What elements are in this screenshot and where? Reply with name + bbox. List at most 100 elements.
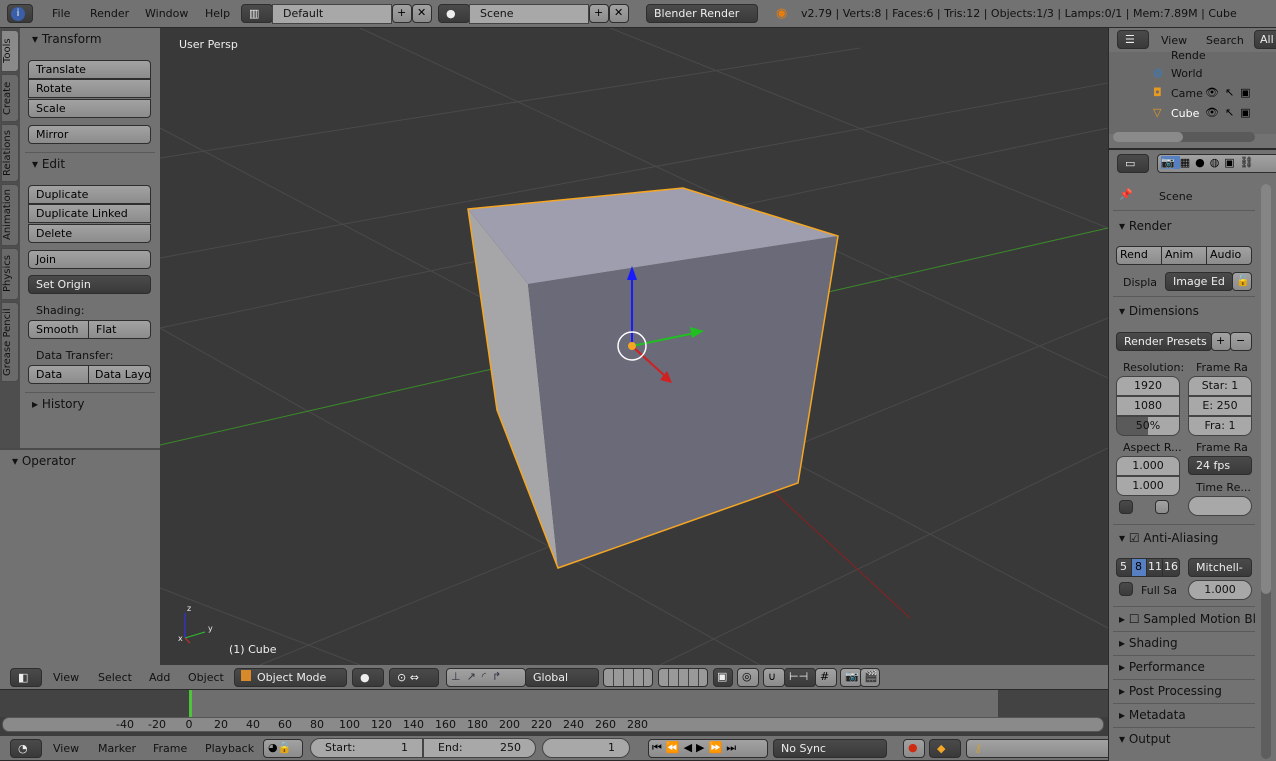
panel-render[interactable]: ▾ Render [1119, 219, 1172, 233]
menu-window[interactable]: Window [145, 7, 188, 20]
frame-end-field[interactable]: E: 250 [1188, 396, 1252, 416]
remove-preset-button[interactable]: − [1230, 332, 1252, 351]
aa-samples-5[interactable]: 5 [1116, 558, 1132, 577]
outliner-h-scrollbar[interactable] [1113, 132, 1255, 142]
visibility-icons[interactable]: 👁↖▣ [1205, 106, 1257, 119]
layout-field[interactable]: Default [272, 4, 392, 24]
resolution-x-field[interactable]: 1920 [1116, 376, 1180, 396]
smooth-button[interactable]: Smooth [28, 320, 89, 339]
outliner-item-camera[interactable]: Came [1171, 87, 1203, 100]
panel-transform[interactable]: ▾ Transform [32, 32, 102, 46]
viewport-shading-select[interactable]: ● [352, 668, 384, 687]
border-checkbox[interactable] [1119, 500, 1133, 514]
filter-size-field[interactable]: 1.000 [1188, 580, 1252, 600]
panel-metadata[interactable]: ▸ Metadata [1119, 708, 1186, 722]
tab-tools[interactable]: Tools [1, 30, 19, 72]
rotate-button[interactable]: Rotate [28, 79, 151, 98]
panel-output[interactable]: ▾ Output [1119, 732, 1171, 746]
resolution-percentage-slider[interactable]: 50% [1116, 416, 1180, 436]
tab-create[interactable]: Create [1, 74, 19, 122]
menu-playback[interactable]: Playback [205, 742, 254, 755]
current-frame-marker[interactable] [189, 690, 192, 717]
menu-search[interactable]: Search [1206, 34, 1244, 47]
aspect-x-field[interactable]: 1.000 [1116, 456, 1180, 476]
sync-select[interactable]: No Sync [773, 739, 887, 758]
render-tab-icon[interactable]: 📷 [1161, 156, 1180, 169]
time-remap-fields[interactable] [1188, 496, 1252, 516]
properties-context-tabs[interactable]: 📷▦●◍▣⛓ [1157, 154, 1276, 173]
resolution-y-field[interactable]: 1080 [1116, 396, 1180, 416]
editor-type-info-button[interactable]: i [7, 4, 33, 23]
fps-select[interactable]: 24 fps [1188, 456, 1252, 475]
frame-step-field[interactable]: Fra: 1 [1188, 416, 1252, 436]
editor-type-outliner-button[interactable]: ☰ [1117, 30, 1149, 49]
outliner-item-world[interactable]: World [1171, 67, 1203, 80]
animation-button[interactable]: Anim [1161, 246, 1207, 265]
data-button[interactable]: Data [28, 365, 89, 384]
join-button[interactable]: Join [28, 250, 151, 269]
menu-view[interactable]: View [1161, 34, 1187, 47]
editor-type-timeline-button[interactable]: ◔ [10, 739, 42, 758]
panel-operator[interactable]: ▾ Operator [12, 454, 76, 468]
full-sample-checkbox[interactable] [1119, 582, 1133, 596]
delete-button[interactable]: Delete [28, 224, 151, 243]
render-button[interactable]: Rend [1116, 246, 1162, 265]
scale-button[interactable]: Scale [28, 99, 151, 118]
aa-samples-16[interactable]: 16 [1162, 558, 1180, 577]
snap-element-select[interactable]: ⊢⊣ [784, 668, 816, 687]
tab-grease-pencil[interactable]: Grease Pencil [1, 302, 19, 382]
lock-interface-icon[interactable]: 🔓 [1232, 272, 1252, 291]
panel-sampled-motion-blur[interactable]: ▸ ☐ Sampled Motion Bl [1119, 612, 1256, 626]
set-origin-select[interactable]: Set Origin [28, 275, 151, 294]
3d-viewport[interactable]: User Persp (1) Cube z y x [160, 28, 1108, 665]
close-scene-button[interactable]: ✕ [609, 4, 629, 23]
menu-object[interactable]: Object [188, 671, 224, 684]
menu-help[interactable]: Help [205, 7, 230, 20]
duplicate-button[interactable]: Duplicate [28, 185, 151, 204]
keyframe-type-select[interactable]: ◆ [929, 739, 961, 758]
pivot-select[interactable]: ⊙ ⇔ [389, 668, 439, 687]
menu-view[interactable]: View [53, 742, 79, 755]
translate-button[interactable]: Translate [28, 60, 151, 79]
menu-select[interactable]: Select [98, 671, 132, 684]
panel-history[interactable]: ▸ History [32, 397, 85, 411]
menu-add[interactable]: Add [149, 671, 170, 684]
menu-file[interactable]: File [52, 7, 70, 20]
menu-view[interactable]: View [53, 671, 79, 684]
render-still-icon[interactable]: 📷 [840, 668, 862, 687]
timeline-area[interactable] [0, 690, 1108, 717]
render-animation-icon[interactable]: 🎬 [860, 668, 880, 687]
display-select[interactable]: Image Ed [1165, 272, 1233, 291]
tab-animation[interactable]: Animation [1, 184, 19, 246]
panel-performance[interactable]: ▸ Performance [1119, 660, 1205, 674]
cube-front-face[interactable] [528, 236, 838, 568]
layers-grid-1[interactable] [603, 668, 653, 687]
menu-marker[interactable]: Marker [98, 742, 136, 755]
lock-layers-icon[interactable]: ▣ [713, 668, 733, 687]
audio-button[interactable]: Audio [1206, 246, 1252, 265]
properties-scrollbar[interactable] [1261, 184, 1271, 759]
render-presets-select[interactable]: Render Presets [1116, 332, 1212, 351]
playback-controls[interactable]: ⏮⏪◀▶⏩⏭ [648, 739, 768, 758]
aa-samples-8[interactable]: 8 [1131, 558, 1147, 577]
add-preset-button[interactable]: + [1211, 332, 1231, 351]
proportional-edit-icon[interactable]: ◎ [737, 668, 759, 687]
editor-type-properties-button[interactable]: ▭ [1117, 154, 1149, 173]
aa-samples-11[interactable]: 11 [1146, 558, 1163, 577]
keying-set-field[interactable]: ⚷ [966, 739, 1116, 758]
tab-relations[interactable]: Relations [1, 124, 19, 182]
orientation-select[interactable]: Global [525, 668, 599, 687]
display-mode-select[interactable]: All [1254, 30, 1276, 49]
scene-icon[interactable]: ● [438, 4, 470, 23]
snap-target-icon[interactable]: # [815, 668, 837, 687]
tab-physics[interactable]: Physics [1, 248, 19, 300]
duplicate-linked-button[interactable]: Duplicate Linked [28, 204, 151, 223]
preview-range-lock-icon[interactable]: ◕🔒 [263, 739, 303, 758]
snap-magnet-icon[interactable]: ∪ [763, 668, 785, 687]
crop-checkbox[interactable] [1155, 500, 1169, 514]
aa-filter-select[interactable]: Mitchell- [1188, 558, 1252, 577]
panel-edit[interactable]: ▾ Edit [32, 157, 65, 171]
current-frame-field[interactable]: 1 [542, 738, 630, 758]
data-layout-button[interactable]: Data Layo [88, 365, 151, 384]
layers-grid-2[interactable] [658, 668, 708, 687]
